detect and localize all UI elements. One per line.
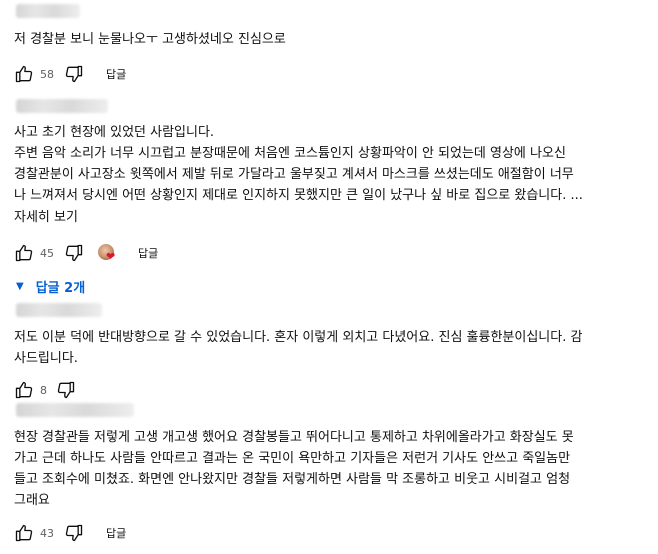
comment-line: 저 경찰분 보니 눈물나오ㅜ 고생하셨네오 진심으로 [14, 32, 286, 47]
comment-line: 경찰관분이 사고장소 윗쪽에서 제발 뒤로 가달라고 울부짖고 계셔서 마스크를… [14, 167, 574, 182]
comment-text: 저도 이분 덕에 반대방향으로 갈 수 있었습니다. 혼자 이렇게 외치고 다녔… [14, 327, 650, 369]
like-count: 45 [40, 246, 54, 260]
author-name-blurred[interactable] [16, 99, 108, 113]
thumbs-down-icon [65, 244, 83, 262]
comment-line: 저도 이분 덕에 반대방향으로 갈 수 있었습니다. 혼자 이렇게 외치고 다녔… [14, 330, 583, 345]
like-button[interactable] [14, 523, 34, 543]
comment-line: 그래요 [14, 493, 50, 508]
comment-line: 현장 경찰관들 저렇게 고생 개고생 했어요 경찰봉들고 뛰어다니고 통제하고 … [14, 430, 574, 445]
author-name-blurred[interactable] [16, 4, 80, 18]
comment-actions: 45 ❤ 답글 [14, 241, 650, 265]
comment-2: 사고 초기 현장에 있었던 사람입니다. 주변 음악 소리가 너무 시끄럽고 분… [14, 99, 650, 296]
view-replies-button[interactable]: ▼ 답글 2개 [16, 277, 85, 296]
creator-heart: ❤ [98, 243, 120, 263]
comment-actions: 43 답글 [14, 521, 650, 545]
comment-actions: 58 답글 [14, 62, 650, 86]
comment-text: 현장 경찰관들 저렇게 고생 개고생 했어요 경찰봉들고 뛰어다니고 통제하고 … [14, 427, 650, 511]
reply-button[interactable]: 답글 [106, 525, 126, 541]
comment-text: 사고 초기 현장에 있었던 사람입니다. 주변 음악 소리가 너무 시끄럽고 분… [14, 122, 650, 206]
thumbs-up-icon [15, 65, 33, 83]
thumbs-up-icon [15, 524, 33, 542]
replies-count-label: 답글 2개 [35, 281, 86, 296]
thumbs-up-icon [15, 244, 33, 262]
comment-line: 주변 음악 소리가 너무 시끄럽고 분장때문에 처음엔 코스튬인지 상황파악이 … [14, 146, 566, 161]
comment-4: 현장 경찰관들 저렇게 고생 개고생 했어요 경찰봉들고 뛰어다니고 통제하고 … [14, 403, 650, 545]
comment-line: 가고 근데 하나도 사람들 안따르고 결과는 온 국민이 욕만하고 기자들은 저… [14, 451, 571, 466]
comment-3: 저도 이분 덕에 반대방향으로 갈 수 있었습니다. 혼자 이렇게 외치고 다녔… [14, 303, 650, 402]
comment-line: 들고 조회수에 미쳤죠. 화면엔 안나왔지만 경찰들 저렇게하면 사람들 막 조… [14, 472, 571, 487]
author-name-blurred[interactable] [16, 303, 102, 317]
thumbs-down-icon [65, 65, 83, 83]
comment-line: 사드립니다. [14, 351, 78, 366]
thumbs-down-icon [65, 524, 83, 542]
dislike-button[interactable] [64, 523, 84, 543]
reply-button[interactable]: 답글 [138, 245, 158, 261]
read-more-link[interactable]: 자세히 보기 [14, 208, 78, 228]
comment-1: 저 경찰분 보니 눈물나오ㅜ 고생하셨네오 진심으로 58 답글 [14, 4, 650, 86]
dislike-button[interactable] [56, 380, 76, 400]
like-button[interactable] [14, 380, 34, 400]
comment-text: 저 경찰분 보니 눈물나오ㅜ 고생하셨네오 진심으로 [14, 29, 650, 50]
comment-line: 나 느껴져서 당시엔 어떤 상황인지 제대로 인지하지 못했지만 큰 일이 났구… [14, 188, 583, 203]
dislike-button[interactable] [64, 243, 84, 263]
dislike-button[interactable] [64, 64, 84, 84]
like-count: 43 [40, 526, 54, 540]
thumbs-down-icon [57, 381, 75, 399]
like-button[interactable] [14, 243, 34, 263]
reply-button[interactable]: 답글 [106, 66, 126, 82]
like-count: 8 [40, 383, 47, 397]
comment-line: 사고 초기 현장에 있었던 사람입니다. [14, 125, 215, 140]
heart-icon: ❤ [106, 250, 116, 263]
author-name-blurred[interactable] [16, 403, 134, 417]
thumbs-up-icon [15, 381, 33, 399]
comment-actions: 8 [14, 378, 650, 402]
like-count: 58 [40, 67, 54, 81]
caret-down-icon: ▼ [16, 281, 24, 292]
like-button[interactable] [14, 64, 34, 84]
